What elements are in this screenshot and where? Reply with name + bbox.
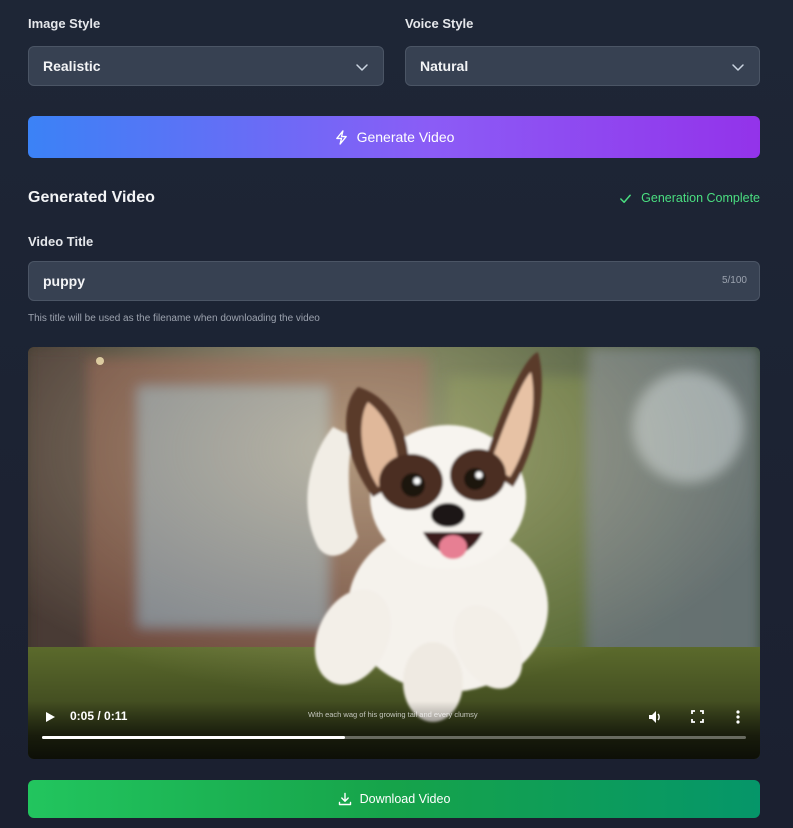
generated-video-heading: Generated Video [28,189,155,206]
voice-style-label: Voice Style [405,16,474,31]
fullscreen-icon[interactable] [691,710,704,723]
download-icon [338,792,351,806]
generation-status-text: Generation Complete [641,191,760,205]
character-counter: 5/100 [721,275,747,286]
image-style-value: Realistic [43,58,101,74]
chevron-down-icon [732,64,744,71]
play-icon[interactable] [45,711,56,723]
video-title-input[interactable]: puppy 5/100 [28,261,760,301]
video-title-hint: This title will be used as the filename … [28,313,320,324]
video-subtitle: With each wag of his growing tail and ev… [308,710,478,719]
video-title-value: puppy [43,273,85,289]
generation-status: Generation Complete [619,191,760,205]
video-progress-fill [42,736,345,739]
video-title-label: Video Title [28,234,94,249]
lightning-icon [335,129,347,145]
download-video-label: Download Video [359,792,451,806]
more-options-icon[interactable] [735,709,741,725]
video-player[interactable]: 0:05 / 0:11 With each wag of his growing… [28,347,760,759]
image-style-select[interactable]: Realistic [28,46,384,86]
video-frame-puppy [28,347,760,759]
voice-style-select[interactable]: Natural [405,46,760,86]
chevron-down-icon [356,64,368,71]
download-video-button[interactable]: Download Video [28,780,760,818]
voice-style-value: Natural [420,58,469,74]
image-style-label: Image Style [28,16,101,31]
video-progress-bar[interactable] [42,736,746,739]
volume-icon[interactable] [647,709,663,725]
generate-video-label: Generate Video [356,129,455,145]
check-icon [620,194,632,203]
video-time: 0:05 / 0:11 [70,709,128,723]
generate-video-button[interactable]: Generate Video [28,116,760,158]
